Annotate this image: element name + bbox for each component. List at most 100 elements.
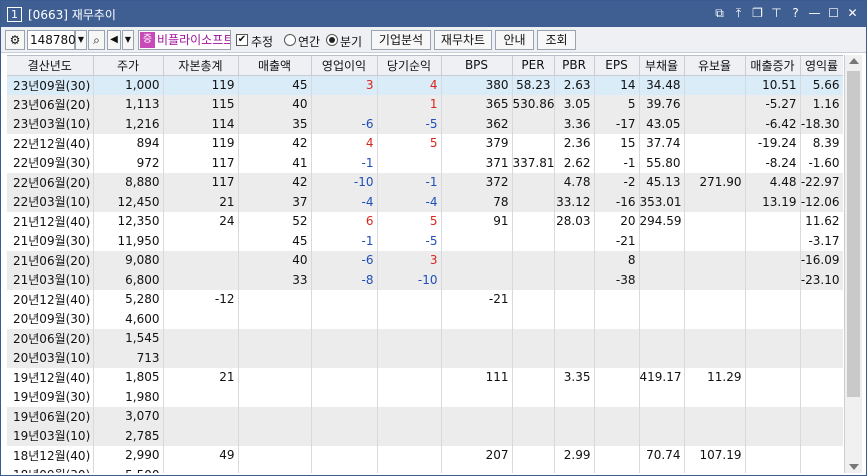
sound-icon[interactable]: ◀ bbox=[107, 30, 121, 50]
table-cell: 5 bbox=[594, 94, 640, 114]
link-icon[interactable]: ⧉ bbox=[712, 5, 727, 21]
column-header[interactable]: 부채율 bbox=[639, 56, 685, 76]
table-cell: 3 bbox=[311, 75, 378, 95]
table-cell bbox=[594, 348, 640, 368]
table-cell bbox=[800, 348, 843, 368]
table-cell: 2.63 bbox=[554, 75, 595, 95]
table-cell: 6 bbox=[311, 211, 378, 231]
period-quarter-radio[interactable] bbox=[326, 34, 338, 46]
column-header[interactable]: EPS bbox=[594, 56, 640, 76]
table-row[interactable]: 18년12월(40) 2,990 49 207 2.99 70.74 107.19 bbox=[7, 445, 843, 465]
table-row[interactable]: 22년03월(10) 12,450 21 37 -4 -4 78 33.12 -16 353.01… bbox=[7, 192, 843, 212]
table-cell: 40 bbox=[238, 94, 312, 114]
table-cell bbox=[684, 94, 746, 114]
table-cell: 24 bbox=[163, 211, 239, 231]
table-cell bbox=[512, 250, 555, 270]
table-row[interactable]: 21년09월(30) 11,950 45 -1 -5 -21 -3.17 bbox=[7, 231, 843, 251]
column-header[interactable]: BPS bbox=[441, 56, 513, 76]
code-dropdown-chevron-down-icon[interactable]: ▼ bbox=[75, 30, 87, 50]
table-cell: 20 bbox=[594, 211, 640, 231]
company-analysis-button[interactable]: 기업분석 bbox=[371, 30, 431, 50]
table-cell bbox=[745, 406, 801, 426]
column-header[interactable]: 결산년도 bbox=[7, 56, 94, 76]
scroll-thumb[interactable] bbox=[847, 71, 860, 397]
column-header[interactable]: 영익률 bbox=[800, 56, 843, 76]
search-icon[interactable]: ⌕ bbox=[88, 30, 105, 50]
table-row[interactable]: 23년06월(20) 1,113 115 40 1 365 530.86 3.05 5 39.76… bbox=[7, 94, 843, 114]
table-row[interactable]: 20년12월(40) 5,280 -12 -21 bbox=[7, 289, 843, 309]
table-row[interactable]: 23년09월(30) 1,000 119 45 3 4 380 58.23 2.63 14 34.4… bbox=[7, 75, 843, 95]
settings-gear-icon[interactable]: ⚙ bbox=[5, 30, 25, 50]
table-row[interactable]: 21년06월(20) 9,080 40 -6 3 8 -16.09 bbox=[7, 250, 843, 270]
table-row[interactable]: 20년09월(30) 4,600 bbox=[7, 309, 843, 329]
table-cell: 2,785 bbox=[93, 426, 164, 446]
help-icon[interactable]: ? bbox=[788, 5, 803, 21]
table-cell bbox=[745, 211, 801, 231]
company-name-box[interactable]: 증 비플라이소프트 bbox=[138, 30, 231, 50]
table-row[interactable]: 18년09월(30)5,500 bbox=[7, 465, 843, 473]
financial-chart-button[interactable]: 재무차트 bbox=[434, 30, 492, 50]
table-row[interactable]: 22년12월(40) 894 119 42 4 5 379 2.36 15 37.74 -19.24… bbox=[7, 133, 843, 153]
scroll-down-icon[interactable] bbox=[849, 464, 859, 470]
table-cell: -1 bbox=[594, 153, 640, 173]
period-cell: 21년06월(20) bbox=[7, 250, 94, 270]
table-cell: 119 bbox=[163, 133, 239, 153]
table-cell bbox=[554, 406, 595, 426]
table-cell: -21 bbox=[594, 231, 640, 251]
table-row[interactable]: 19년03월(10) 2,785 bbox=[7, 426, 843, 446]
table-cell: -1 bbox=[311, 231, 378, 251]
column-header[interactable]: 매출증가 bbox=[745, 56, 801, 76]
column-header[interactable]: 영업이익 bbox=[311, 56, 378, 76]
table-cell: 3.35 bbox=[554, 367, 595, 387]
table-cell: 91 bbox=[441, 211, 513, 231]
table-cell: 380 bbox=[441, 75, 513, 95]
column-header[interactable]: 자본총계 bbox=[163, 56, 239, 76]
table-cell bbox=[684, 465, 746, 473]
guide-button[interactable]: 안내 bbox=[495, 30, 534, 50]
close-icon[interactable]: ✕ bbox=[845, 5, 860, 21]
query-button[interactable]: 조회 bbox=[537, 30, 576, 50]
table-row[interactable]: 19년06월(20) 3,070 bbox=[7, 406, 843, 426]
table-cell bbox=[377, 426, 442, 446]
table-row[interactable]: 20년06월(20) 1,545 bbox=[7, 328, 843, 348]
table-row[interactable]: 21년12월(40) 12,350 24 52 6 5 91 28.03 20 294.59 11.… bbox=[7, 211, 843, 231]
export-icon[interactable]: ⊤ bbox=[769, 5, 784, 21]
table-cell: 1,113 bbox=[93, 94, 164, 114]
period-cell: 18년12월(40) bbox=[7, 445, 94, 465]
financial-table-grid[interactable]: 결산년도 주가 자본총계 매출액 영업이익 당기순익 BPS PER PBR EPS 부채율 유보율 매… bbox=[7, 55, 843, 473]
table-cell bbox=[377, 387, 442, 407]
sound-chevron-down-icon[interactable]: ▼ bbox=[122, 30, 134, 50]
table-row[interactable]: 19년12월(40) 1,805 21 111 3.35 419.17 11.29 bbox=[7, 367, 843, 387]
table-row[interactable]: 22년09월(30) 972 117 41 -1 371 337.81 2.62 -1 55.80… bbox=[7, 153, 843, 173]
period-annual-radio[interactable] bbox=[284, 34, 296, 46]
column-header[interactable]: 매출액 bbox=[238, 56, 312, 76]
copy-icon[interactable]: ❐ bbox=[750, 5, 765, 21]
column-header[interactable]: 주가 bbox=[93, 56, 164, 76]
table-cell bbox=[684, 250, 746, 270]
column-header[interactable]: PBR bbox=[554, 56, 595, 76]
table-row[interactable]: 20년03월(10) 713 bbox=[7, 348, 843, 368]
pin-icon[interactable]: ⤒ bbox=[731, 5, 746, 21]
table-row[interactable]: 23년03월(10) 1,216 114 35 -6 -5 362 3.36 -17 43.05 -… bbox=[7, 114, 843, 134]
table-cell bbox=[639, 231, 685, 251]
estimate-checkbox[interactable]: ✔ bbox=[236, 34, 248, 46]
scroll-up-icon[interactable] bbox=[849, 58, 859, 64]
vertical-scrollbar[interactable] bbox=[844, 55, 862, 473]
table-cell: 13.19 bbox=[745, 192, 801, 212]
table-row[interactable]: 21년03월(10) 6,800 33 -8 -10 -38 -23.10 bbox=[7, 270, 843, 290]
table-cell bbox=[745, 328, 801, 348]
table-row[interactable]: 22년06월(20) 8,880 117 42 -10 -1 372 4.78 -2 45.13 2… bbox=[7, 172, 843, 192]
table-cell: 1,805 bbox=[93, 367, 164, 387]
column-header[interactable]: 당기순익 bbox=[377, 56, 442, 76]
period-cell: 22년09월(30) bbox=[7, 153, 94, 173]
column-header[interactable]: PER bbox=[512, 56, 555, 76]
stock-code-input[interactable]: 148780 bbox=[27, 30, 76, 50]
table-row[interactable]: 19년09월(30) 1,980 bbox=[7, 387, 843, 407]
maximize-icon[interactable]: ☐ bbox=[826, 5, 841, 21]
table-cell: 1,000 bbox=[93, 75, 164, 95]
table-cell bbox=[594, 309, 640, 329]
column-header[interactable]: 유보율 bbox=[684, 56, 746, 76]
table-cell bbox=[800, 309, 843, 329]
table-cell bbox=[238, 367, 312, 387]
minimize-icon[interactable]: — bbox=[807, 5, 822, 21]
